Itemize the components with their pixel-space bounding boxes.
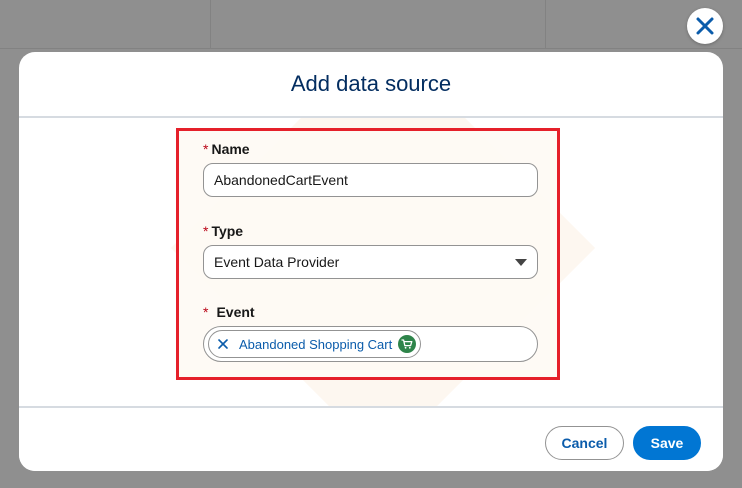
event-pill-label: Abandoned Shopping Cart	[239, 336, 393, 352]
cancel-button[interactable]: Cancel	[545, 426, 624, 460]
required-marker: *	[203, 141, 209, 157]
type-label: * Type	[203, 223, 538, 239]
event-label-text: Event	[216, 304, 255, 320]
type-selected-value: Event Data Provider	[214, 254, 340, 270]
modal-body: *Name *Type Event Data Provider *Event	[19, 118, 723, 406]
type-label-text: Type	[211, 223, 244, 239]
required-marker: *	[203, 223, 209, 239]
form-highlight-box: *Name *Type Event Data Provider *Event	[176, 128, 560, 380]
name-label: * Name	[203, 141, 538, 157]
required-marker: *	[203, 304, 209, 320]
name-field: * Name	[203, 141, 538, 197]
chevron-down-icon	[515, 258, 527, 266]
close-modal-button[interactable]	[687, 8, 723, 44]
remove-icon[interactable]	[217, 338, 229, 350]
event-pill[interactable]: Abandoned Shopping Cart	[208, 330, 422, 358]
save-button[interactable]: Save	[633, 426, 701, 460]
type-field: * Type Event Data Provider	[203, 223, 538, 279]
type-select[interactable]: Event Data Provider	[203, 245, 538, 279]
name-input[interactable]	[203, 163, 538, 197]
close-icon	[696, 17, 714, 35]
modal-footer: Cancel Save	[19, 406, 723, 471]
modal-title: Add data source	[290, 71, 452, 96]
name-label-text: Name	[211, 141, 250, 157]
add-data-source-modal: Add data source *Name *Type Event Data P…	[19, 52, 723, 471]
event-label: * Event	[203, 304, 538, 320]
event-lookup-input[interactable]: Abandoned Shopping Cart	[203, 326, 538, 362]
modal-header: Add data source	[19, 52, 723, 118]
cart-icon	[398, 335, 417, 353]
event-field: * Event Abandoned Shopping Cart	[203, 304, 538, 362]
